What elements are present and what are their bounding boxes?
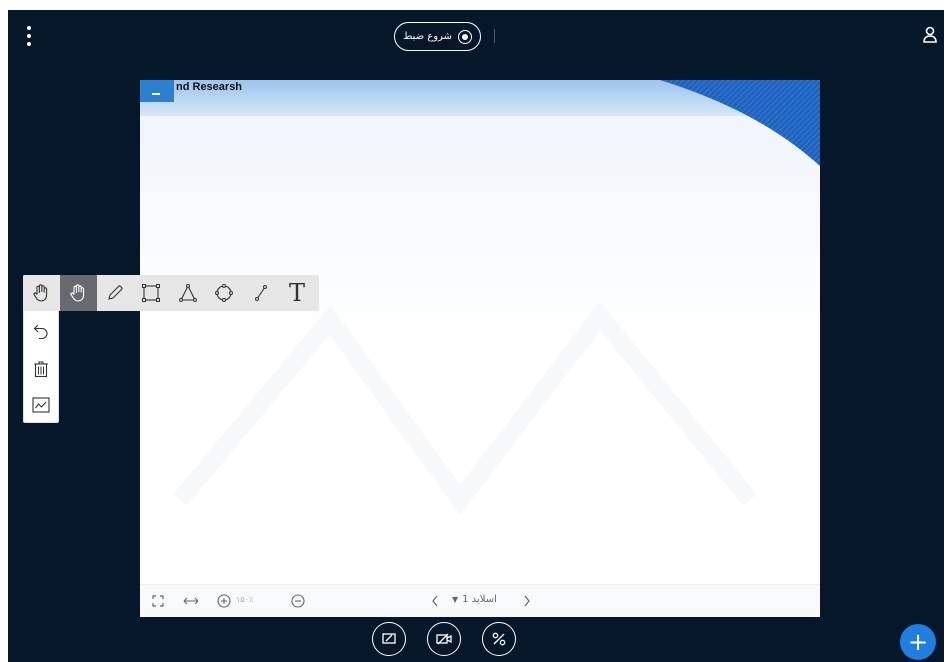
slide-select[interactable]: ▼ اسلاید 1	[452, 594, 497, 605]
undo-icon[interactable]	[26, 316, 56, 346]
audio-button[interactable]	[482, 622, 516, 656]
trash-icon[interactable]	[26, 354, 56, 384]
fit-width-icon[interactable]	[182, 593, 200, 609]
minimize-presentation-button[interactable]	[140, 80, 174, 102]
camera-button[interactable]	[427, 622, 461, 656]
multi-user-whiteboard-icon[interactable]	[26, 390, 56, 420]
text-icon[interactable]: T	[282, 278, 312, 308]
previous-slide-icon[interactable]	[428, 593, 442, 609]
plus-icon: +	[907, 628, 929, 656]
slide-title: nd Researsh	[176, 81, 243, 93]
slide-background	[140, 80, 820, 617]
record-label: شروع ضبط	[403, 31, 452, 42]
next-slide-icon[interactable]	[520, 593, 534, 609]
user-icon[interactable]	[922, 25, 938, 45]
actions-plus-button[interactable]: +	[900, 624, 936, 660]
zoom-out-icon[interactable]	[290, 593, 306, 609]
line-icon[interactable]	[246, 278, 276, 308]
app-window: شروع ضبط nd Researsh ۱۵۰٪ ▼ اسلاید 1 T +	[8, 10, 944, 662]
camera-off-icon	[436, 633, 452, 645]
pan-tool-hand-icon[interactable]	[63, 278, 93, 308]
hand-icon[interactable]	[26, 278, 56, 308]
presentation-slide[interactable]: nd Researsh ۱۵۰٪ ▼ اسلاید 1	[140, 80, 820, 617]
audio-off-icon	[492, 632, 506, 646]
media-actions	[372, 622, 516, 656]
chevron-down-icon: ▼	[452, 595, 459, 604]
record-button[interactable]: شروع ضبط	[394, 22, 481, 51]
triangle-icon[interactable]	[173, 278, 203, 308]
presentation-toolbar: ۱۵۰٪ ▼ اسلاید 1	[140, 584, 820, 617]
share-screen-icon	[382, 633, 396, 644]
fullscreen-icon[interactable]	[150, 593, 166, 609]
pencil-icon[interactable]	[100, 278, 130, 308]
zoom-level: ۱۵۰٪	[236, 595, 254, 604]
zoom-in-icon[interactable]	[216, 593, 232, 609]
options-menu-button[interactable]	[22, 26, 36, 46]
header-divider	[494, 29, 495, 43]
share-screen-button[interactable]	[372, 622, 406, 656]
slide-select-label: اسلاید 1	[462, 594, 497, 605]
record-icon	[457, 29, 472, 44]
ellipse-icon[interactable]	[209, 278, 239, 308]
rectangle-icon[interactable]	[136, 278, 166, 308]
